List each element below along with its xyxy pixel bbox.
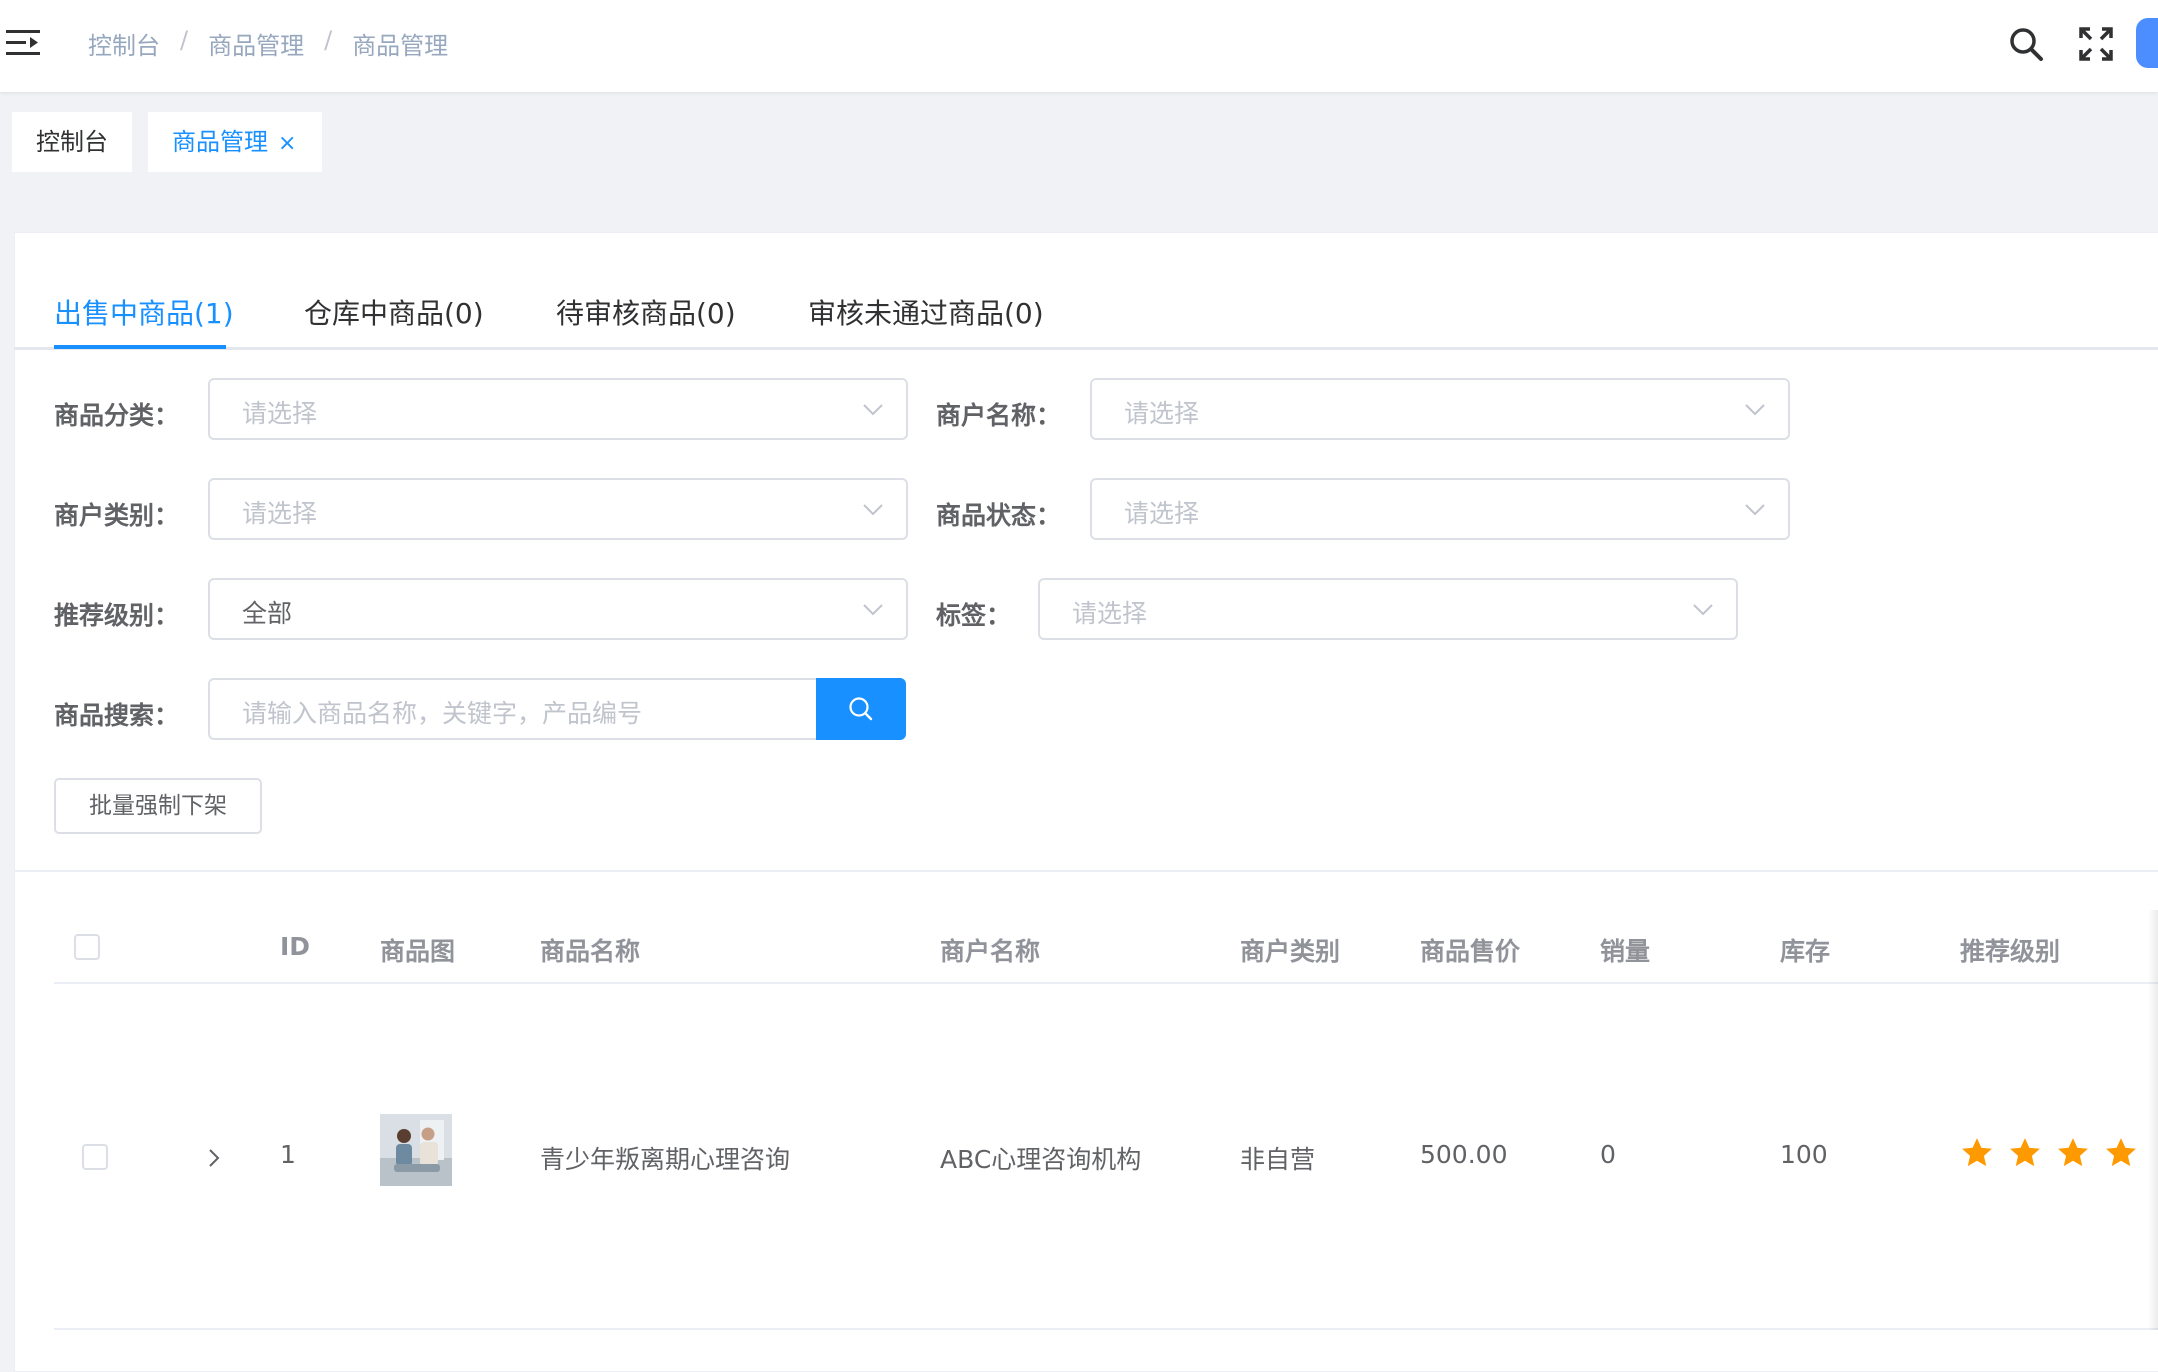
chevron-down-icon (863, 504, 883, 516)
breadcrumb: 控制台 / 商品管理 / 商品管理 (88, 26, 448, 61)
star-icon[interactable] (1960, 1136, 1994, 1170)
column-header-recommend: 推荐级别 (1960, 937, 2061, 966)
star-icon[interactable] (2104, 1136, 2138, 1170)
star-icon[interactable] (2008, 1136, 2042, 1170)
cell-id: 1 (280, 1140, 296, 1169)
breadcrumb-separator: / (180, 26, 189, 54)
chevron-right-icon[interactable] (204, 1146, 224, 1170)
recommend-level-select[interactable]: 全部 (208, 578, 908, 640)
tabs-divider (14, 347, 2158, 350)
table-row-divider (54, 1328, 2158, 1330)
product-thumbnail[interactable] (380, 1114, 452, 1186)
category-label: 商品分类： (54, 401, 180, 430)
tag-label: 控制台 (36, 128, 108, 156)
chevron-down-icon (1745, 504, 1765, 516)
close-icon[interactable]: × (278, 131, 296, 156)
breadcrumb-item-goods[interactable]: 商品管理 (208, 26, 304, 61)
breadcrumb-item-dashboard[interactable]: 控制台 (88, 26, 160, 61)
column-header-stock: 库存 (1780, 937, 1831, 966)
status-select[interactable]: 请选择 (1090, 478, 1790, 540)
cell-merchant-name: ABC心理咨询机构 (940, 1145, 1142, 1174)
status-label: 商品状态： (936, 501, 1062, 530)
merchant-type-label: 商户类别： (54, 501, 180, 530)
column-header-name: 商品名称 (540, 937, 641, 966)
tags-select[interactable]: 请选择 (1038, 578, 1738, 640)
tab-on-sale[interactable]: 出售中商品(1) (54, 292, 234, 332)
column-header-id: ID (280, 932, 311, 961)
column-header-sales: 销量 (1600, 937, 1651, 966)
recommend-level-label: 推荐级别： (54, 601, 180, 630)
search-icon[interactable] (2006, 24, 2046, 64)
avatar[interactable] (2136, 18, 2158, 68)
star-icon[interactable] (2056, 1136, 2090, 1170)
select-all-checkbox[interactable] (74, 934, 100, 960)
recommend-level-select-value: 全部 (242, 599, 293, 628)
tab-pending-review[interactable]: 待审核商品(0) (556, 292, 736, 332)
search-input-placeholder: 请输入商品名称，关键字，产品编号 (242, 699, 643, 728)
cell-product-name: 青少年叛离期心理咨询 (540, 1145, 791, 1174)
tag-dashboard[interactable]: 控制台 (12, 112, 132, 172)
row-checkbox[interactable] (82, 1144, 108, 1170)
cell-sales: 0 (1600, 1140, 1616, 1169)
column-header-merchant-type: 商户类别 (1240, 937, 1341, 966)
tab-warehouse[interactable]: 仓库中商品(0) (304, 292, 484, 332)
category-select-placeholder: 请选择 (242, 399, 318, 428)
category-select[interactable]: 请选择 (208, 378, 908, 440)
chevron-down-icon (863, 404, 883, 416)
tab-review-failed[interactable]: 审核未通过商品(0) (808, 292, 1044, 332)
status-select-placeholder: 请选择 (1124, 499, 1200, 528)
fullscreen-icon[interactable] (2076, 24, 2116, 64)
chevron-down-icon (863, 604, 883, 616)
tags-view-bar: 控制台 商品管理 × (0, 92, 2158, 192)
chevron-down-icon (1693, 604, 1713, 616)
merchant-type-select[interactable]: 请选择 (208, 478, 908, 540)
tab-active-indicator (54, 345, 226, 349)
merchant-name-select[interactable]: 请选择 (1090, 378, 1790, 440)
search-button[interactable] (816, 678, 906, 740)
merchant-type-select-placeholder: 请选择 (242, 499, 318, 528)
table-header-divider (54, 982, 2158, 984)
batch-force-offshelf-button[interactable]: 批量强制下架 (54, 778, 262, 834)
column-header-merchant: 商户名称 (940, 937, 1041, 966)
tags-label: 标签： (936, 601, 1012, 630)
cell-stock: 100 (1780, 1140, 1828, 1169)
merchant-name-label: 商户名称： (936, 401, 1062, 430)
merchant-name-select-placeholder: 请选择 (1124, 399, 1200, 428)
tags-select-placeholder: 请选择 (1072, 599, 1148, 628)
menu-fold-icon[interactable] (6, 28, 40, 58)
search-input[interactable]: 请输入商品名称，关键字，产品编号 (208, 678, 816, 740)
column-header-image: 商品图 (380, 937, 456, 966)
search-label: 商品搜索： (54, 701, 180, 730)
search-icon (849, 697, 873, 721)
breadcrumb-item-goods-current: 商品管理 (352, 32, 449, 60)
column-header-price: 商品售价 (1420, 937, 1521, 966)
cell-price: 500.00 (1420, 1140, 1508, 1169)
section-divider (14, 870, 2158, 872)
chevron-down-icon (1745, 404, 1765, 416)
tag-label: 商品管理 (172, 128, 268, 156)
fixed-column-shadow (2148, 910, 2158, 1330)
tag-goods-management[interactable]: 商品管理 × (148, 112, 322, 172)
breadcrumb-separator: / (324, 26, 333, 54)
cell-merchant-type: 非自营 (1240, 1145, 1316, 1174)
